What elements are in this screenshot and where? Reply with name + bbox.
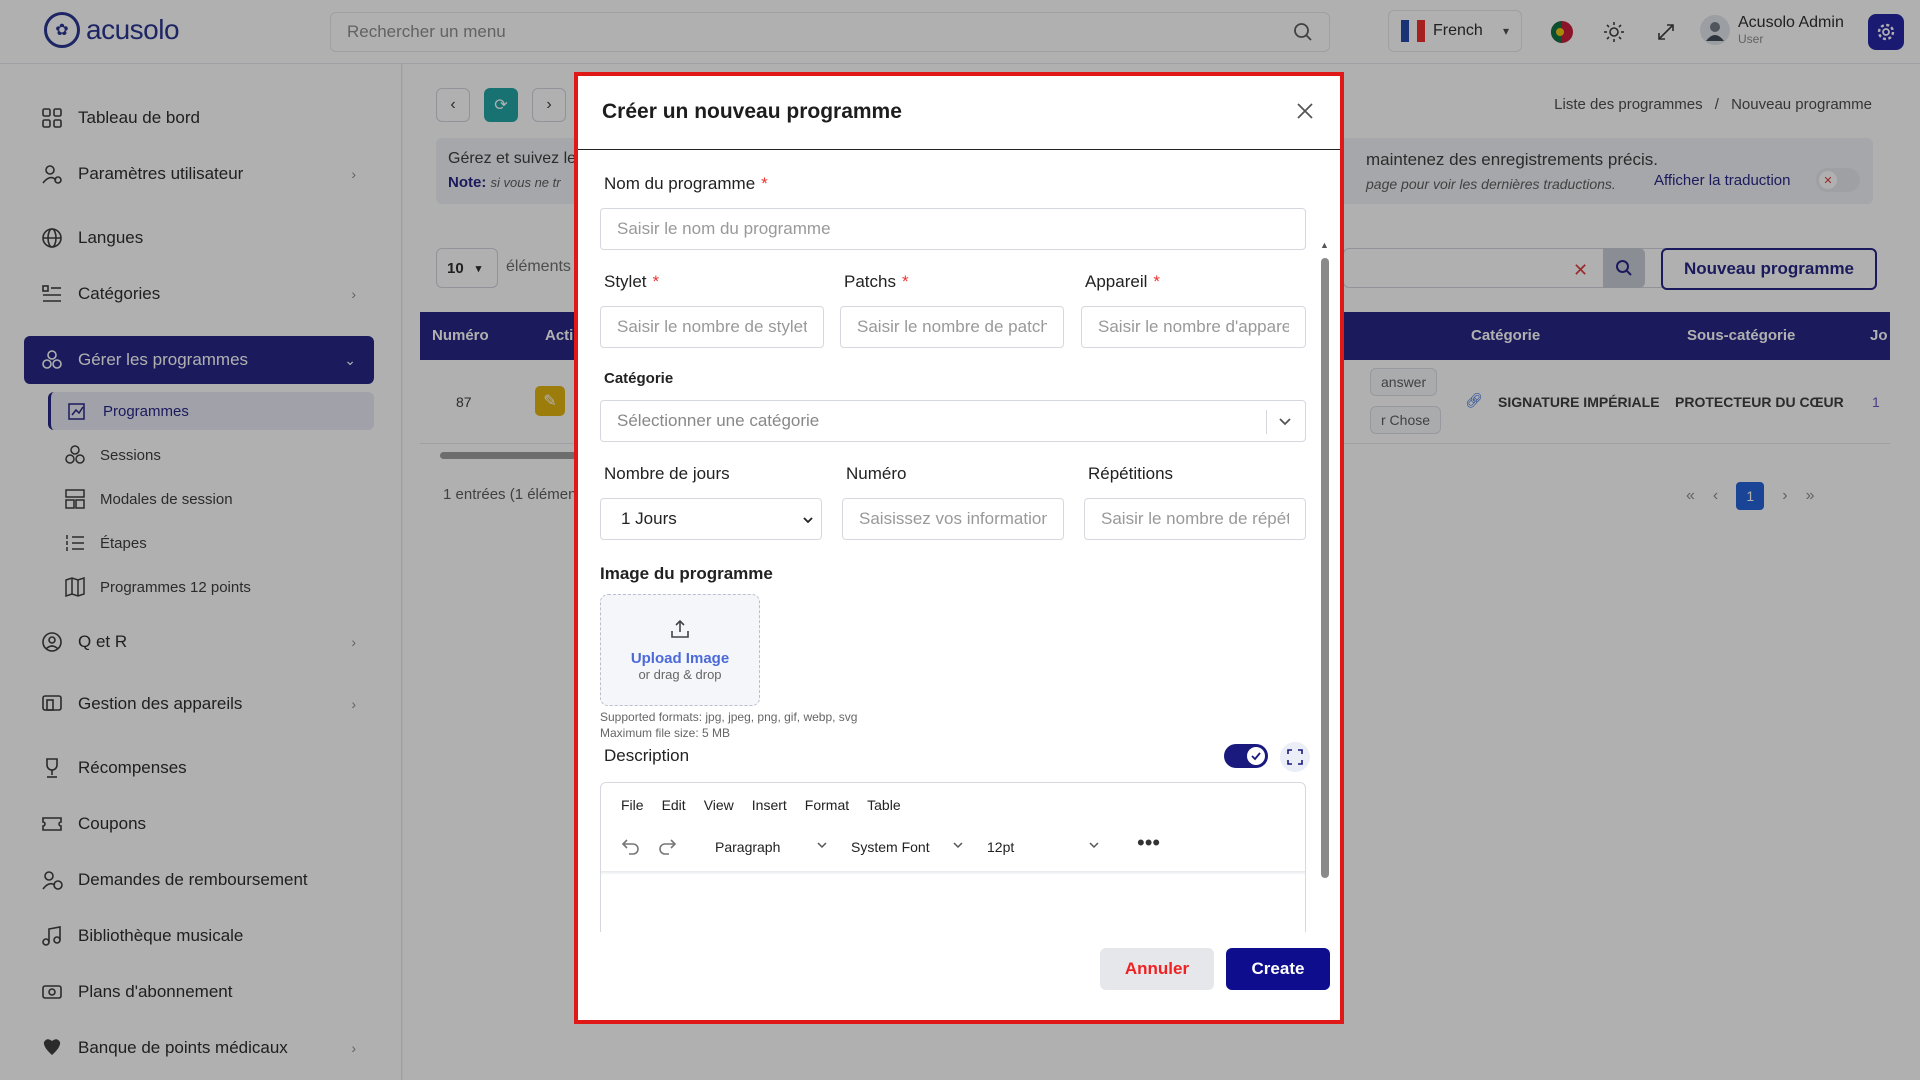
- paragraph-select[interactable]: Paragraph: [707, 833, 835, 861]
- expand-icon: [1287, 749, 1303, 765]
- rich-text-editor: File Edit View Insert Format Table Parag…: [600, 782, 1306, 932]
- category-select[interactable]: Sélectionner une catégorie: [600, 400, 1306, 442]
- stylet-input[interactable]: [600, 306, 824, 348]
- close-button[interactable]: [1290, 96, 1320, 126]
- editor-menu-view[interactable]: View: [704, 797, 734, 813]
- patchs-label: Patchs *: [844, 272, 909, 291]
- chevron-down-icon: [1089, 842, 1099, 849]
- image-label: Image du programme: [600, 564, 773, 583]
- description-toggle[interactable]: [1224, 744, 1268, 768]
- chevron-down-icon: [1279, 418, 1291, 426]
- editor-menu-format[interactable]: Format: [805, 797, 849, 813]
- editor-menu-table[interactable]: Table: [867, 797, 900, 813]
- font-size-select[interactable]: 12pt: [979, 833, 1107, 861]
- editor-menu-edit[interactable]: Edit: [662, 797, 686, 813]
- modal-header: Créer un nouveau programme: [578, 76, 1340, 150]
- expand-editor-button[interactable]: [1280, 742, 1310, 772]
- modal-body: Nom du programme* Stylet* Patchs* Appare…: [578, 150, 1340, 932]
- chevron-down-icon: [803, 517, 813, 524]
- editor-menu-insert[interactable]: Insert: [752, 797, 787, 813]
- editor-toolbar: Paragraph System Font 12pt •••: [617, 832, 1297, 863]
- upload-icon: [671, 619, 689, 638]
- editor-menu-file[interactable]: File: [621, 797, 644, 813]
- create-program-modal: Créer un nouveau programme Nom du progra…: [574, 72, 1344, 1024]
- modal-scrollbar[interactable]: ▲: [1320, 240, 1330, 878]
- modal-title: Créer un nouveau programme: [602, 100, 902, 123]
- image-upload-dropzone[interactable]: Upload Image or drag & drop: [600, 594, 760, 706]
- appareil-input[interactable]: [1081, 306, 1306, 348]
- repetitions-input[interactable]: [1084, 498, 1306, 540]
- check-icon: [1247, 747, 1265, 765]
- chevron-down-icon: [953, 842, 963, 849]
- chevron-down-icon: [817, 842, 827, 849]
- font-select[interactable]: System Font: [843, 833, 971, 861]
- stylet-label: Stylet *: [604, 272, 660, 291]
- create-button[interactable]: Create: [1226, 948, 1330, 990]
- modal-footer: Annuler Create: [578, 934, 1340, 1020]
- description-label: Description: [604, 746, 690, 765]
- redo-icon[interactable]: [657, 837, 677, 857]
- numero-input[interactable]: [842, 498, 1064, 540]
- more-icon[interactable]: •••: [1137, 832, 1160, 854]
- appareil-label: Appareil *: [1085, 272, 1160, 291]
- cancel-button[interactable]: Annuler: [1100, 948, 1214, 990]
- program-name-input[interactable]: [600, 208, 1306, 250]
- patchs-input[interactable]: [840, 306, 1064, 348]
- program-name-label: Nom du programme *: [604, 174, 768, 193]
- days-label: Nombre de jours: [604, 464, 730, 483]
- numero-label: Numéro: [846, 464, 907, 483]
- close-icon: [1297, 103, 1313, 119]
- repetitions-label: Répétitions: [1088, 464, 1174, 483]
- category-label: Catégorie: [604, 370, 674, 387]
- days-select[interactable]: 1 Jours: [600, 498, 822, 540]
- editor-menubar: File Edit View Insert Format Table: [621, 797, 901, 813]
- undo-icon[interactable]: [621, 837, 641, 857]
